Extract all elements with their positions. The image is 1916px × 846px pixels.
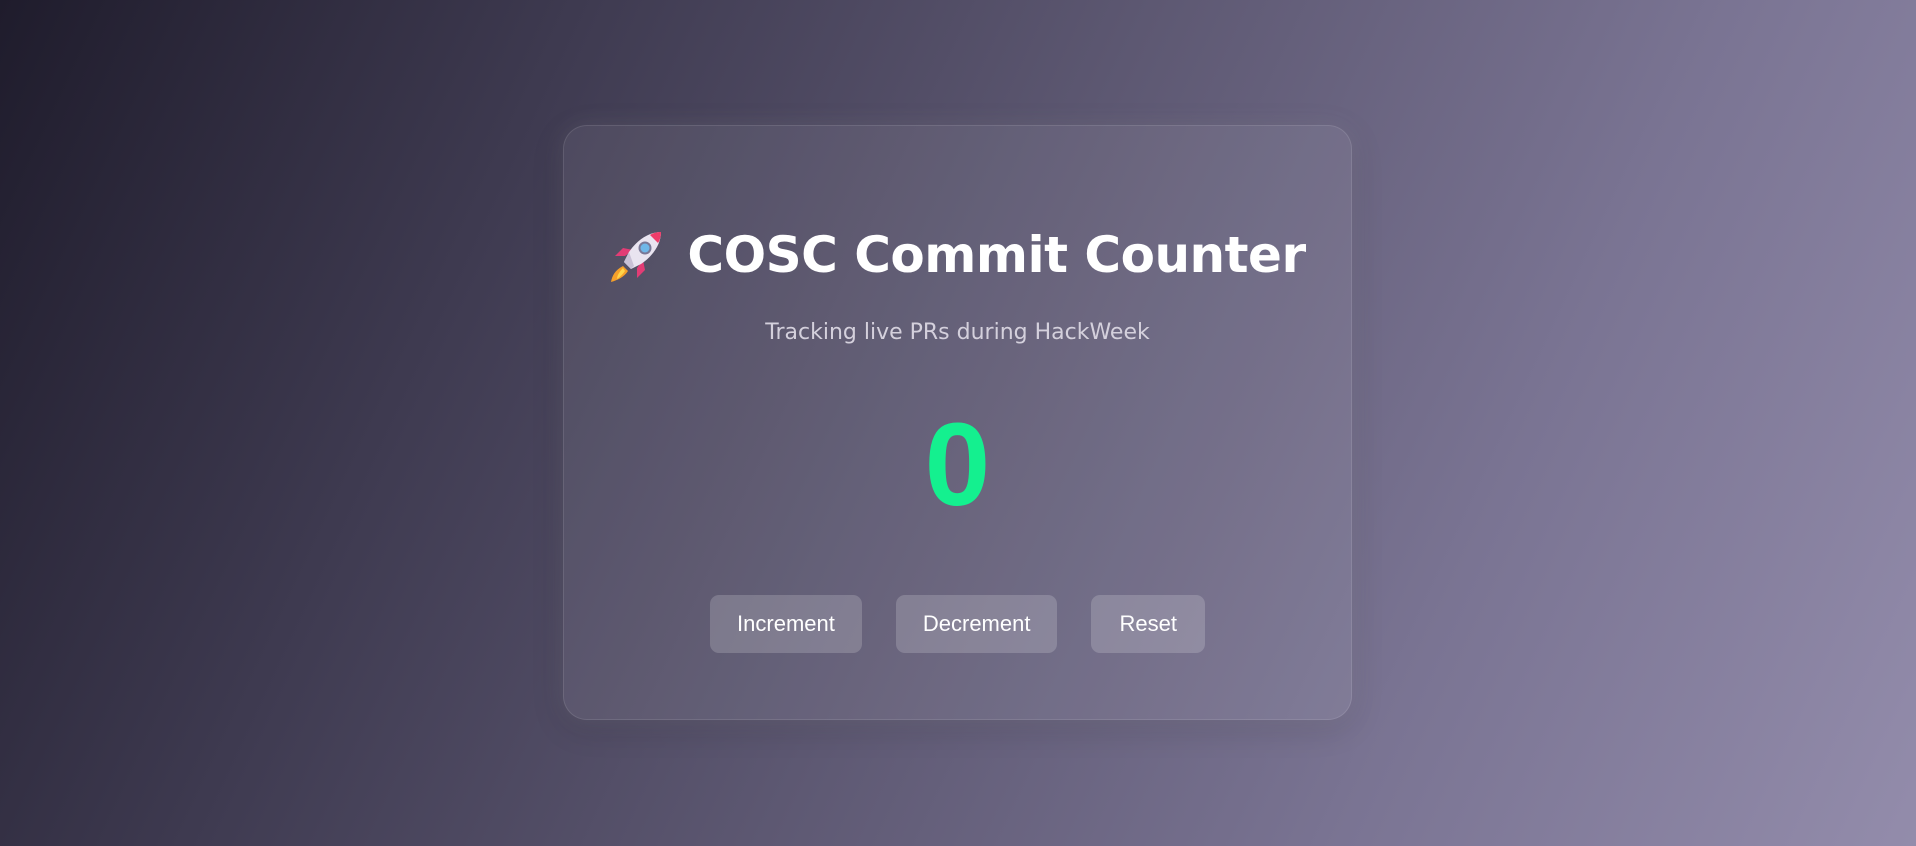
reset-button[interactable]: Reset [1091,595,1205,653]
subtitle: Tracking live PRs during HackWeek [765,320,1150,345]
counter-value: 0 [924,399,991,531]
counter-card: COSC Commit Counter Tracking live PRs du… [563,125,1352,720]
title-row: COSC Commit Counter [564,226,1351,284]
increment-button[interactable]: Increment [710,595,862,653]
page-title: COSC Commit Counter [687,226,1306,284]
button-row: Increment Decrement Reset [564,595,1351,653]
decrement-button[interactable]: Decrement [895,595,1058,653]
rocket-icon [609,226,669,284]
